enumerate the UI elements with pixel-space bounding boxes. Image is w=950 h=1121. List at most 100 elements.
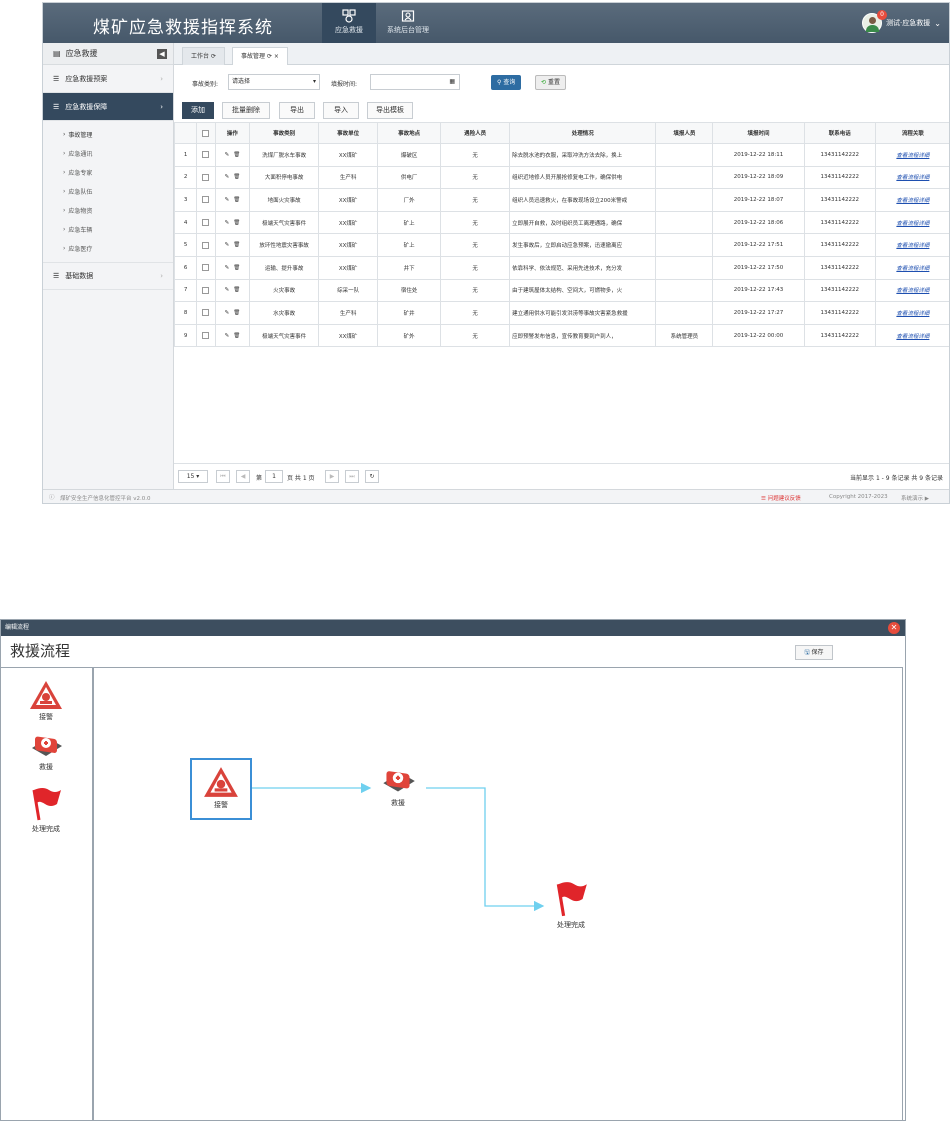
table-row[interactable]: 2 ✎ 🗑 大面积停电事故 生产科 供电厂无组织近地修人员开展抢修复电工作，确保供电 201… (173, 165, 949, 190)
flow-link[interactable]: 查看流程详细 (874, 143, 949, 167)
flow-link[interactable]: 查看流程详细 (874, 233, 949, 257)
query-button[interactable]: ⚲ 查询 (491, 75, 522, 90)
sidebar-subitem-vehicles[interactable]: › 应急车辆 (43, 220, 173, 239)
palette-item-done[interactable]: 处理完成 (21, 786, 71, 834)
row-checkbox[interactable] (202, 151, 210, 159)
sidebar-item-basedata[interactable]: ☰ 基础数据 › (43, 262, 173, 290)
delete-icon[interactable]: 🗑 (233, 174, 240, 180)
delete-icon[interactable]: 🗑 (233, 287, 240, 293)
select-all-checkbox[interactable] (202, 129, 210, 137)
edit-icon[interactable]: ✎ (225, 333, 230, 339)
save-button[interactable]: 🖫 保存 (795, 645, 833, 660)
row-checkbox[interactable] (202, 196, 210, 204)
delete-icon[interactable]: 🗑 (233, 333, 240, 339)
sidebar-subitem-teams[interactable]: › 应急队伍 (43, 182, 173, 201)
add-button[interactable]: 添加 (182, 102, 214, 119)
edit-icon[interactable]: ✎ (225, 220, 230, 226)
close-icon[interactable]: × (274, 53, 279, 60)
flow-link[interactable]: 查看流程详细 (874, 188, 949, 212)
refresh-button[interactable]: ↻ (365, 470, 379, 483)
column-header[interactable]: 处理情况 (509, 122, 657, 144)
feedback-link[interactable]: ☰ 问题建议反馈 (761, 494, 801, 502)
time-input[interactable]: ▦ (370, 74, 460, 90)
table-row[interactable]: 1 ✎ 🗑 洗煤厂脱水车事故 XX煤矿 爆破区无除去脱水池的衣服，采取冲洗方法去除，换上 2… (173, 143, 949, 167)
nav-system-admin[interactable]: 系统后台管理 (378, 3, 438, 43)
edit-icon[interactable]: ✎ (225, 197, 230, 203)
table-row[interactable]: 5 ✎ 🗑 放环性地震灾害事故 XX煤矿 矿上无发生事故后，立即启动应急预案，迅速撤离应 2… (173, 233, 949, 257)
nav-emergency-rescue[interactable]: 应急救援 (322, 3, 376, 43)
export-template-button[interactable]: 导出模板 (367, 102, 413, 119)
flow-link[interactable]: 查看流程详细 (874, 165, 949, 190)
batch-delete-button[interactable]: 批量删除 (222, 102, 270, 119)
edit-icon[interactable]: ✎ (225, 152, 230, 158)
reset-button[interactable]: ⟲ 重置 (535, 75, 566, 90)
export-button[interactable]: 导出 (279, 102, 315, 119)
table-row[interactable]: 6 ✎ 🗑 运输、提升事故 XX煤矿 井下无依靠科学、依法规范、采用先进技术，充分发 201… (173, 255, 949, 280)
close-icon[interactable]: ✕ (888, 622, 900, 634)
next-page-button[interactable]: ▶ (325, 470, 339, 483)
system-demo-link[interactable]: 系统演示 ▶ (901, 494, 929, 502)
edit-icon[interactable]: ✎ (225, 310, 230, 316)
row-checkbox[interactable] (202, 241, 210, 249)
row-checkbox[interactable] (202, 264, 210, 272)
tab-incident-management[interactable]: 事故管理 ⟳ × (232, 47, 288, 65)
column-header[interactable]: 填报时间 (712, 122, 805, 144)
row-checkbox[interactable] (202, 332, 210, 340)
edit-icon[interactable]: ✎ (225, 242, 230, 248)
table-row[interactable]: 8 ✎ 🗑 水灾事故 生产科 矿井无建立通用供水可能引发洪涝等事故灾害紧急救援 2019-1… (173, 301, 949, 325)
edit-icon[interactable]: ✎ (225, 265, 230, 271)
column-header[interactable]: 事故类别 (249, 122, 320, 144)
column-header[interactable]: 填报人员 (655, 122, 714, 144)
row-checkbox[interactable] (202, 286, 210, 294)
flow-link[interactable]: 查看流程详细 (874, 301, 949, 325)
column-header[interactable]: 联系电话 (803, 122, 876, 144)
row-checkbox[interactable] (202, 309, 210, 317)
delete-icon[interactable]: 🗑 (233, 310, 240, 316)
edit-icon[interactable]: ✎ (225, 287, 230, 293)
table-row[interactable]: 4 ✎ 🗑 极端天气灾害事件 XX煤矿 矿上无立即展开自救，及时组织员工离理通路，确保 20… (173, 210, 949, 235)
delete-icon[interactable]: 🗑 (233, 242, 240, 248)
page-size-select[interactable]: 15 ▾ (178, 470, 208, 483)
flow-node-done[interactable]: 处理完成 (543, 880, 599, 930)
sidebar-subitem-experts[interactable]: › 应急专家 (43, 163, 173, 182)
user-menu[interactable]: 0 测试·应急救援 ⌄ (862, 10, 941, 34)
sidebar-subitem-supplies[interactable]: › 应急物资 (43, 201, 173, 220)
collapse-sidebar-icon[interactable]: ◀ (157, 49, 167, 59)
row-checkbox[interactable] (202, 219, 210, 227)
column-header[interactable]: 事故单位 (318, 122, 379, 144)
flow-link[interactable]: 查看流程详细 (874, 278, 949, 303)
row-checkbox[interactable] (202, 173, 210, 181)
flow-canvas[interactable]: 接警 救援 处理完成 (93, 667, 903, 1120)
column-header[interactable]: 流程关联 (874, 122, 949, 144)
edit-icon[interactable]: ✎ (225, 174, 230, 180)
page-input[interactable]: 1 (265, 470, 283, 483)
palette-item-rescue[interactable]: 救援 (21, 730, 71, 772)
flow-link[interactable]: 查看流程详细 (874, 210, 949, 235)
type-select[interactable]: 请选择 ▾ (228, 74, 320, 90)
sidebar-item-plans[interactable]: ☰ 应急救援预案 › (43, 65, 173, 93)
table-row[interactable]: 3 ✎ 🗑 地面火灾事故 XX煤矿 厂外无组织人员迅速救火，在事故现场设立200米警戒 20… (173, 188, 949, 212)
tab-workbench[interactable]: 工作台 ⟳ (182, 47, 225, 65)
last-page-button[interactable]: ⏭ (345, 470, 359, 483)
prev-page-button[interactable]: ◀ (236, 470, 250, 483)
first-page-button[interactable]: ⏮ (216, 470, 230, 483)
palette-item-label: 救援 (39, 763, 53, 771)
sidebar-subitem-comms[interactable]: › 应急通讯 (43, 144, 173, 163)
flow-link[interactable]: 查看流程详细 (874, 323, 949, 348)
import-button[interactable]: 导入 (323, 102, 359, 119)
sidebar-subitem-incident[interactable]: › 事故管理 (43, 125, 173, 144)
flow-node-alarm[interactable]: 接警 (190, 758, 252, 820)
delete-icon[interactable]: 🗑 (233, 152, 240, 158)
palette-item-alarm[interactable]: 接警 (21, 680, 71, 722)
sidebar-item-support[interactable]: ☰ 应急救援保障 › (43, 93, 173, 121)
table-row[interactable]: 9 ✎ 🗑 极端天气灾害事件 XX煤矿 矿外无应即预警发布信息，宣传教育要到户到人， 系统管… (173, 323, 949, 348)
flow-link[interactable]: 查看流程详细 (874, 255, 949, 280)
sidebar-subitem-medical[interactable]: › 应急医疗 (43, 239, 173, 258)
delete-icon[interactable]: 🗑 (233, 220, 240, 226)
delete-icon[interactable]: 🗑 (233, 197, 240, 203)
delete-icon[interactable]: 🗑 (233, 265, 240, 271)
flow-node-rescue[interactable]: 救援 (370, 764, 426, 808)
column-header[interactable]: 事故地点 (377, 122, 442, 144)
column-header[interactable]: 遇险人员 (440, 122, 511, 144)
table-row[interactable]: 7 ✎ 🗑 火灾事故 综采一队 宿住处无由于建筑屋体太结构、空间大，可燃物多，火 2019-… (173, 278, 949, 303)
